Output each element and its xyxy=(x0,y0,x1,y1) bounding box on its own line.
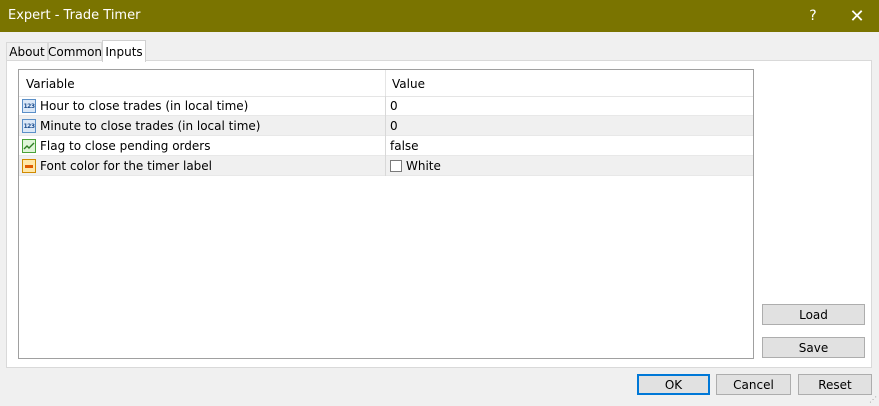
variable-name: Font color for the timer label xyxy=(40,159,213,173)
variable-name: Hour to close trades (in local time) xyxy=(40,99,249,113)
variable-name: Minute to close trades (in local time) xyxy=(40,119,261,133)
table-row[interactable]: 123 Minute to close trades (in local tim… xyxy=(19,116,753,136)
inputs-grid: Variable Value 123 Hour to close trades … xyxy=(18,69,754,359)
color-param-icon-graphic xyxy=(25,165,33,168)
help-button[interactable]: ? xyxy=(791,0,835,32)
cell-divider xyxy=(385,116,386,136)
value-cell[interactable]: 0 xyxy=(390,119,398,133)
number-param-icon: 123 xyxy=(22,99,36,113)
color-swatch[interactable] xyxy=(390,160,402,172)
column-header-value[interactable]: Value xyxy=(392,77,425,91)
table-row[interactable]: Flag to close pending orders false xyxy=(19,136,753,156)
tab-inputs[interactable]: Inputs xyxy=(102,40,146,62)
close-icon: ✕ xyxy=(849,5,865,27)
cell-divider xyxy=(385,96,386,116)
number-param-icon: 123 xyxy=(22,119,36,133)
resize-grip-icon[interactable]: ⋰ xyxy=(869,396,877,404)
column-divider[interactable] xyxy=(385,70,386,96)
value-cell[interactable]: 0 xyxy=(390,99,398,113)
table-row[interactable]: Font color for the timer label White xyxy=(19,156,753,176)
color-param-icon xyxy=(22,159,36,173)
grid-header: Variable Value xyxy=(19,70,753,97)
tab-common[interactable]: Common xyxy=(48,42,102,60)
table-row[interactable]: 123 Hour to close trades (in local time)… xyxy=(19,96,753,116)
cell-divider xyxy=(385,156,386,176)
tab-about[interactable]: About xyxy=(6,42,48,60)
reset-button[interactable]: Reset xyxy=(798,374,872,395)
save-button[interactable]: Save xyxy=(762,337,865,358)
boolean-param-icon-graphic xyxy=(23,142,35,150)
boolean-param-icon xyxy=(22,139,36,153)
load-button[interactable]: Load xyxy=(762,304,865,325)
value-cell[interactable]: White xyxy=(406,159,441,173)
ok-button[interactable]: OK xyxy=(637,374,710,395)
close-button[interactable]: ✕ xyxy=(835,0,879,32)
column-header-variable[interactable]: Variable xyxy=(26,77,75,91)
cell-divider xyxy=(385,136,386,156)
window-title: Expert - Trade Timer xyxy=(8,8,141,23)
title-bar: Expert - Trade Timer ? ✕ xyxy=(0,0,879,32)
inputs-panel: Variable Value 123 Hour to close trades … xyxy=(6,60,872,368)
value-cell[interactable]: false xyxy=(390,139,419,153)
cancel-button[interactable]: Cancel xyxy=(716,374,791,395)
variable-name: Flag to close pending orders xyxy=(40,139,211,153)
